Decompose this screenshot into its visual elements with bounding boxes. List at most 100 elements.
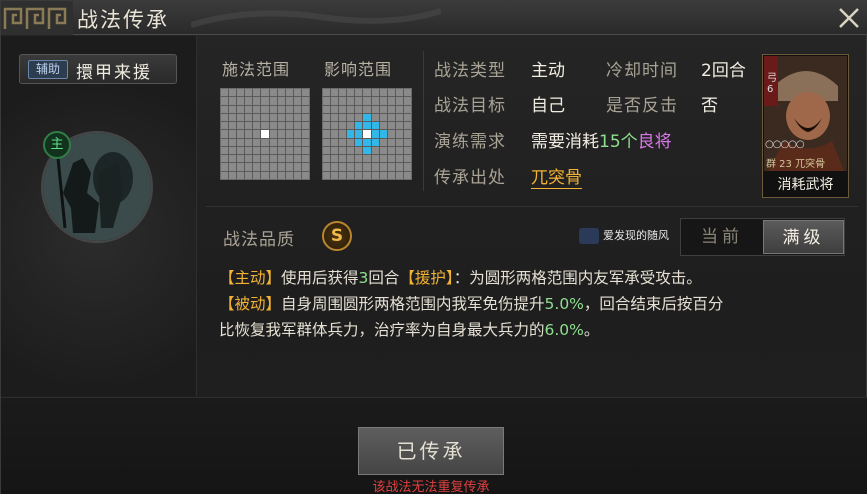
grid-cell	[293, 122, 301, 130]
grid-cell	[285, 171, 293, 179]
grid-cell	[379, 105, 387, 113]
grid-cell	[323, 122, 331, 130]
grid-cell	[363, 89, 371, 97]
grid-cell	[229, 171, 237, 179]
grid-cell	[285, 105, 293, 113]
skill-type-label: 战法类型	[434, 61, 506, 81]
level-toggle[interactable]: 当前 满级	[680, 218, 845, 256]
grid-cell	[379, 97, 387, 105]
grid-cell	[403, 138, 411, 146]
grid-cell	[221, 130, 229, 138]
grid-cell	[237, 113, 245, 122]
drill-count: 15个	[599, 132, 638, 152]
grid-cell	[237, 155, 245, 163]
grid-cell	[261, 113, 269, 122]
grid-cell	[339, 146, 347, 155]
grid-cell	[277, 138, 285, 146]
grid-cell	[269, 130, 277, 138]
grid-cell	[331, 89, 339, 97]
origin-value[interactable]: 兀突骨	[531, 163, 582, 189]
grid-cell	[293, 113, 301, 122]
grid-cell	[229, 97, 237, 105]
grid-cell	[237, 89, 245, 97]
grid-cell	[331, 130, 339, 138]
grid-cell	[237, 138, 245, 146]
grid-cell	[331, 171, 339, 179]
grid-cell	[379, 155, 387, 163]
grid-cell	[285, 163, 293, 171]
grid-cell	[387, 163, 395, 171]
grid-cell-affected	[363, 146, 371, 155]
grid-cell	[285, 155, 293, 163]
description-line-1: 【主动】使用后获得3回合【援护】：为圆形两格范围内友军承受攻击。	[219, 269, 702, 287]
grid-cell	[261, 105, 269, 113]
grid-cell	[269, 155, 277, 163]
grid-cell	[277, 171, 285, 179]
grid-cell	[293, 171, 301, 179]
title-bar: 战法传承	[1, 1, 867, 35]
grid-cell	[387, 171, 395, 179]
grid-cell	[261, 97, 269, 105]
grid-cell	[371, 163, 379, 171]
grid-cell	[339, 171, 347, 179]
grid-cell	[347, 171, 355, 179]
title-ornament-icon	[1, 1, 73, 35]
title-brush-decoration	[191, 8, 441, 28]
grid-cell	[301, 130, 309, 138]
grid-cell	[245, 105, 253, 113]
grid-cell	[331, 113, 339, 122]
grid-cell	[355, 105, 363, 113]
window-title: 战法传承	[77, 8, 169, 32]
grid-cell	[387, 113, 395, 122]
grid-cell	[339, 105, 347, 113]
grid-cell	[253, 89, 261, 97]
grid-cell	[379, 138, 387, 146]
grid-cell	[229, 146, 237, 155]
grid-cell	[277, 105, 285, 113]
close-icon[interactable]	[835, 4, 863, 32]
toggle-current-level[interactable]: 当前	[682, 220, 762, 254]
grid-cell	[277, 97, 285, 105]
grid-cell	[387, 105, 395, 113]
grid-cell	[371, 97, 379, 105]
grid-cell	[293, 138, 301, 146]
grid-cell	[277, 163, 285, 171]
drill-requirement-label: 演练需求	[434, 132, 506, 152]
cooldown-value: 2回合	[701, 61, 746, 81]
grid-cell-center	[363, 130, 371, 138]
grid-cell	[339, 97, 347, 105]
card-star-rating: ○○○○○	[765, 139, 805, 150]
grid-cell	[347, 113, 355, 122]
grid-cell	[301, 138, 309, 146]
inherited-button[interactable]: 已传承	[358, 427, 504, 475]
grid-cell	[363, 163, 371, 171]
grid-cell	[221, 122, 229, 130]
grid-cell	[237, 171, 245, 179]
grid-cell	[355, 155, 363, 163]
skill-type-value: 主动	[531, 61, 565, 81]
grid-cell	[339, 89, 347, 97]
toggle-max-level[interactable]: 满级	[763, 220, 844, 254]
effect-range-grid	[322, 88, 412, 180]
grid-cell	[331, 122, 339, 130]
grid-cell	[237, 105, 245, 113]
grid-cell	[221, 138, 229, 146]
grid-cell	[403, 122, 411, 130]
grid-cell	[403, 105, 411, 113]
effect-range-label: 影响范围	[324, 60, 393, 79]
grid-cell	[261, 155, 269, 163]
quality-label: 战法品质	[223, 230, 295, 250]
grid-cell	[379, 89, 387, 97]
consumed-general-card[interactable]: 弓 6 ○○○○○ 群 23 兀突骨 消耗武将	[762, 54, 849, 198]
origin-general-link[interactable]: 兀突骨	[531, 168, 582, 189]
grid-cell	[301, 163, 309, 171]
grid-cell	[395, 171, 403, 179]
grid-cell-affected	[347, 130, 355, 138]
grid-cell	[363, 171, 371, 179]
horizontal-divider	[206, 206, 858, 207]
grid-cell	[395, 163, 403, 171]
inherit-skill-window: 战法传承 辅助 擐甲来援 主 施法范围 影响范围 战法类型 主动 冷却时间 2回…	[0, 0, 867, 494]
grid-cell	[323, 97, 331, 105]
grid-cell	[245, 171, 253, 179]
card-caption: 消耗武将	[777, 177, 834, 193]
